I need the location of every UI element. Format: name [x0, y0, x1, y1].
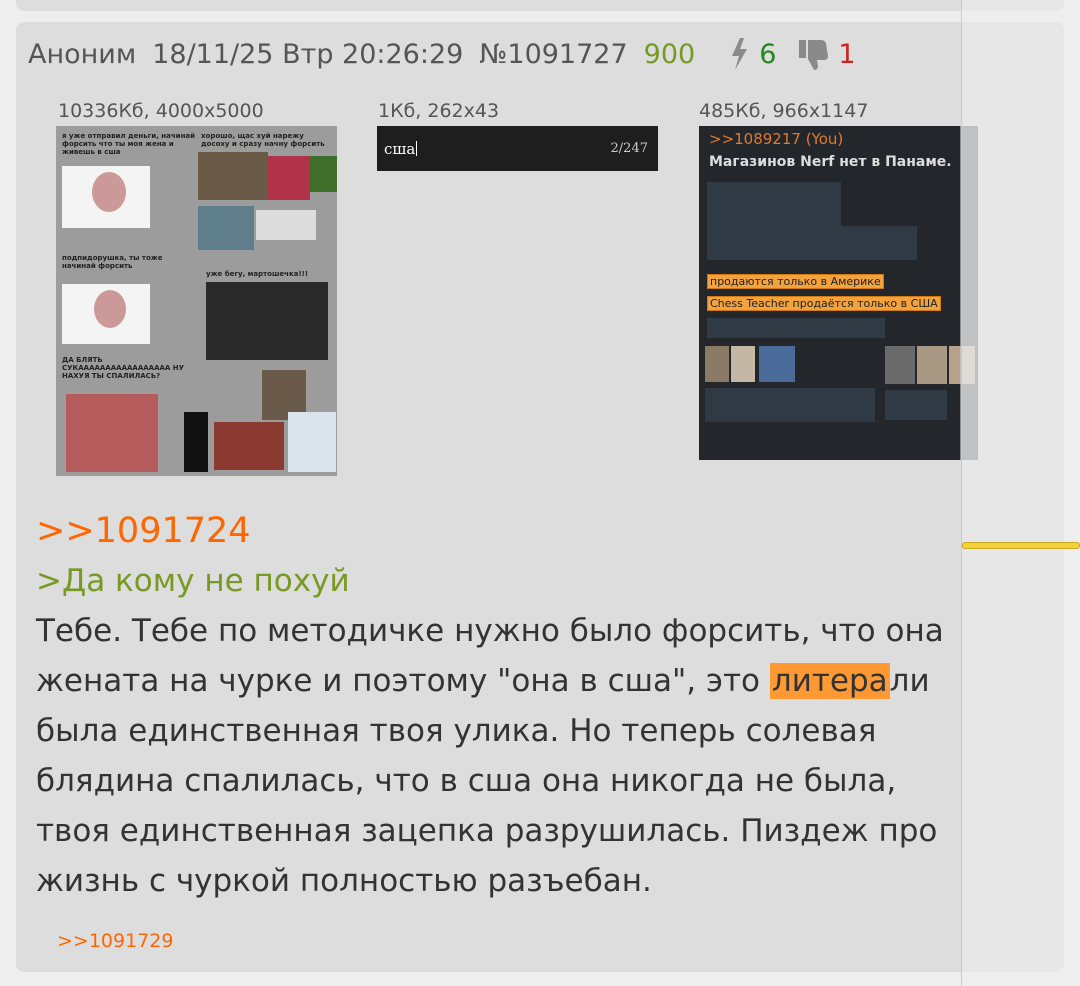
collage-caption: я уже отправил деньги, начинай форсить ч… [62, 132, 196, 156]
collage-caption: подпидорушка, ты тоже начинай форсить [62, 254, 163, 270]
collage-image [198, 206, 254, 250]
thumbs-down-icon[interactable] [796, 37, 830, 71]
screenshot-image [731, 346, 755, 382]
lightning-icon[interactable] [729, 37, 749, 71]
message-line: была единственная твоя улика. Но теперь … [36, 713, 877, 749]
post: Аноним 18/11/25 Втр 20:26:29 №1091727 90… [16, 22, 1064, 972]
message-line: жената на чурке и поэтому "она в сша", э… [36, 656, 1046, 706]
message-line: Тебе. Тебе по методичке нужно было форси… [36, 613, 944, 649]
collage-image [62, 284, 150, 344]
thumbnail-search[interactable]: сша 2/247 [377, 126, 658, 171]
screenshot-highlight: продаются только в Америке [707, 274, 884, 289]
collage-caption: ДА БЛЯТЬ СУКААААААААААААААААА НУ НАХУЯ Т… [62, 356, 185, 380]
post-count: 900 [643, 38, 696, 70]
collage-image [256, 210, 316, 240]
collage-image [184, 412, 208, 472]
greentext-quote: >Да кому не похуй [36, 563, 350, 599]
message-text: ли [889, 663, 930, 699]
collage-image [198, 152, 268, 200]
collage-image [62, 166, 150, 228]
search-query: сша [384, 140, 416, 158]
screenshot-reply: >>1089217 (You) [709, 130, 844, 148]
collage-image [214, 422, 284, 470]
file-info-3[interactable]: 485Кб, 966x1147 [699, 100, 868, 122]
collage-image [66, 394, 158, 472]
previous-post [16, 0, 1064, 11]
file-info-2[interactable]: 1Кб, 262x43 [378, 100, 499, 122]
collage-image [206, 282, 328, 360]
screenshot-block [705, 388, 875, 422]
screenshot-block [707, 226, 917, 260]
message-text: жената на чурке и поэтому "она в сша", э… [36, 663, 770, 699]
collage-image [268, 156, 310, 200]
answer-link[interactable]: >>1091729 [57, 930, 173, 952]
reply-link[interactable]: >>1091724 [36, 506, 1046, 556]
thumbnail-screenshot[interactable]: >>1089217 (You) Магазинов Nerf нет в Пан… [699, 126, 978, 460]
scrollbar-overlay[interactable] [961, 0, 1080, 986]
collage-caption: уже бегу, мартошечка!!! [206, 270, 309, 278]
collage-caption: хорошо, щас хуй нарежу досоху и сразу на… [201, 132, 325, 148]
screenshot-block [707, 318, 885, 338]
collage-image [288, 412, 336, 472]
search-highlight: литера [769, 663, 890, 699]
dislikes-count[interactable]: 1 [838, 39, 855, 70]
poster-name: Аноним [28, 38, 137, 70]
screenshot-image [759, 346, 795, 382]
post-body: >>1091724 >Да кому не похуй Тебе. Тебе п… [36, 506, 1046, 906]
screenshot-title: Магазинов Nerf нет в Панаме. [709, 154, 952, 170]
collage-image [310, 156, 337, 192]
screenshot-image [885, 346, 915, 384]
post-date: 18/11/25 Втр 20:26:29 [152, 38, 464, 70]
screenshot-image [917, 346, 947, 384]
screenshot-image [705, 346, 729, 382]
screenshot-highlight: Chess Teacher продаётся только в США [707, 296, 941, 311]
message-line: твоя единственная зацепка разрушилась. П… [36, 813, 938, 849]
post-header: Аноним 18/11/25 Втр 20:26:29 №1091727 90… [28, 36, 856, 72]
message-line: жизнь с чуркой полностью разъебан. [36, 863, 652, 899]
likes-count[interactable]: 6 [759, 39, 776, 70]
post-number-link[interactable]: №1091727 [479, 39, 627, 70]
message-line: блядина спалилась, что в сша она никогда… [36, 763, 897, 799]
thumbnail-collage[interactable]: я уже отправил деньги, начинай форсить ч… [56, 126, 337, 476]
screenshot-block [707, 182, 841, 228]
scrollbar-thumb[interactable] [962, 542, 1080, 549]
search-count: 2/247 [610, 141, 648, 156]
screenshot-block [885, 390, 947, 420]
file-info-1[interactable]: 10336Кб, 4000x5000 [58, 100, 264, 122]
